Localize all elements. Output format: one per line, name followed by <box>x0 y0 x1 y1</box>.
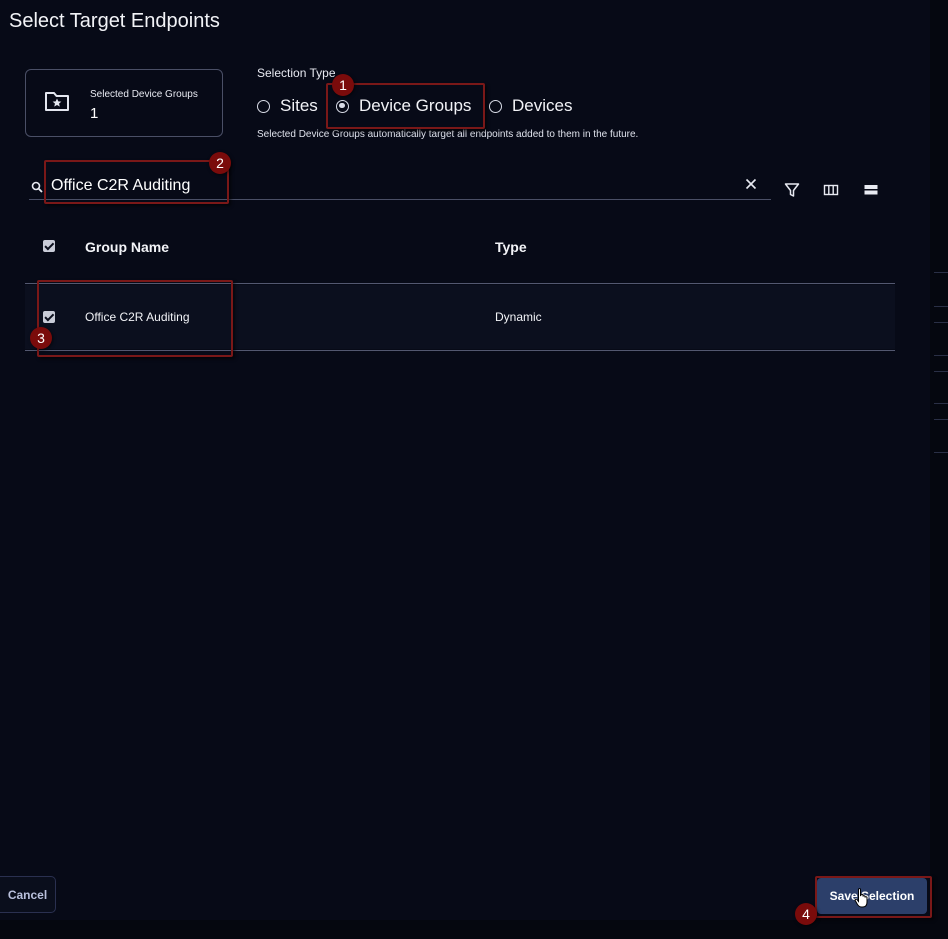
cancel-button[interactable]: Cancel <box>0 876 56 913</box>
annotation-badge-4: 4 <box>795 903 817 925</box>
select-all-checkbox[interactable] <box>43 240 55 252</box>
cell-type: Dynamic <box>495 310 542 324</box>
radio-label: Device Groups <box>359 96 472 115</box>
edge-divider <box>934 452 948 453</box>
card-label: Selected Device Groups <box>90 89 198 100</box>
edge-divider <box>934 403 948 404</box>
radio-circle-selected[interactable] <box>336 99 349 113</box>
radio-label: Sites <box>280 96 318 115</box>
columns-icon[interactable] <box>822 181 840 199</box>
filter-icon[interactable] <box>783 181 801 199</box>
window-edge <box>930 0 948 939</box>
radio-circle[interactable] <box>257 99 270 113</box>
radio-device-groups[interactable]: Device Groups <box>336 96 471 116</box>
search-bar <box>29 170 771 200</box>
annotation-badge-1: 1 <box>332 74 354 96</box>
radio-circle[interactable] <box>489 99 502 113</box>
density-icon[interactable] <box>862 181 880 199</box>
selected-groups-card: Selected Device Groups 1 <box>25 69 223 137</box>
card-count: 1 <box>90 105 99 122</box>
save-selection-button[interactable]: Save Selection <box>817 878 927 914</box>
edge-divider <box>934 322 948 323</box>
checkbox-checked[interactable] <box>43 311 55 323</box>
radio-devices[interactable]: Devices <box>489 96 572 116</box>
edge-divider <box>934 306 948 307</box>
dialog-title: Select Target Endpoints <box>9 10 220 32</box>
checkbox-checked[interactable] <box>43 240 55 252</box>
edge-divider <box>934 355 948 356</box>
annotation-badge-3: 3 <box>30 327 52 349</box>
search-input[interactable] <box>49 175 733 197</box>
column-header-type[interactable]: Type <box>495 239 527 255</box>
row-checkbox[interactable] <box>43 311 55 323</box>
edge-divider <box>934 272 948 273</box>
header-divider <box>25 283 895 284</box>
clear-icon[interactable] <box>743 176 759 192</box>
annotation-badge-2: 2 <box>209 152 231 174</box>
hand-cursor-icon <box>854 887 870 914</box>
folder-star-icon <box>44 90 70 117</box>
row-divider <box>25 350 895 351</box>
edge-divider <box>934 419 948 420</box>
search-icon <box>31 180 43 198</box>
column-header-group-name[interactable]: Group Name <box>85 239 169 255</box>
selection-type-label: Selection Type <box>257 66 336 80</box>
selection-hint: Selected Device Groups automatically tar… <box>257 129 639 140</box>
radio-sites[interactable]: Sites <box>257 96 318 116</box>
edge-divider <box>934 371 948 372</box>
cell-group-name: Office C2R Auditing <box>85 310 190 324</box>
radio-label: Devices <box>512 96 573 115</box>
